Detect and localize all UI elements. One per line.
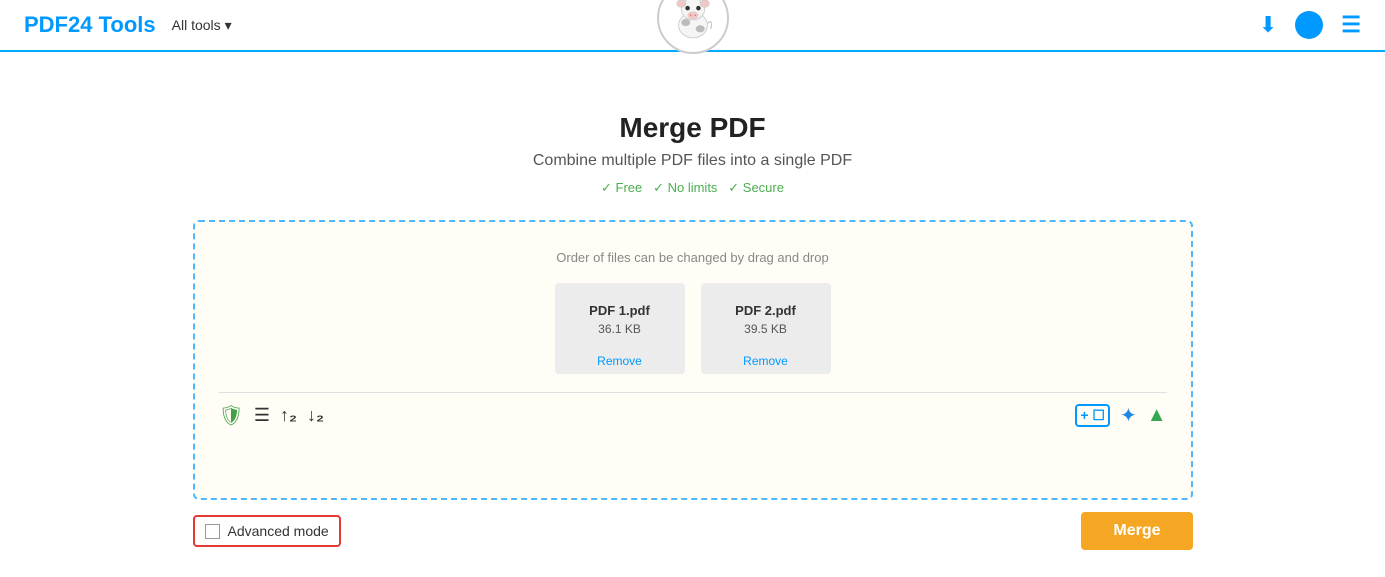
file-size: 39.5 KB [713, 322, 819, 336]
file-size: 36.1 KB [567, 322, 673, 336]
all-tools-menu[interactable]: All tools ▾ [172, 17, 232, 34]
files-list: PDF 1.pdf 36.1 KB Remove PDF 2.pdf 39.5 … [219, 283, 1167, 374]
advanced-mode-checkbox[interactable] [205, 524, 220, 539]
advanced-mode-text: Advanced mode [228, 523, 329, 539]
mascot-svg [666, 0, 720, 45]
file-card-body: PDF 1.pdf 36.1 KB [555, 283, 685, 348]
dropzone-hint: Order of files can be changed by drag an… [219, 250, 1167, 265]
user-avatar[interactable] [1295, 11, 1323, 39]
shield-icon[interactable]: 🛡 [219, 403, 244, 428]
feature-secure: ✓ Secure [728, 180, 784, 195]
site-logo[interactable]: PDF24 Tools [24, 12, 156, 38]
page-subtitle: Combine multiple PDF files into a single… [533, 152, 852, 170]
mascot-logo [657, 0, 729, 54]
header: PDF24 Tools All tools ▾ [0, 0, 1385, 52]
header-right-icons: ⬇ ☰ [1259, 11, 1361, 39]
page-features: ✓ Free ✓ No limits ✓ Secure [601, 180, 784, 196]
list-icon[interactable]: ☰ [254, 405, 270, 426]
merge-button[interactable]: Merge [1081, 512, 1192, 550]
all-tools-label: All tools [172, 17, 221, 33]
feature-free: ✓ Free [601, 180, 642, 195]
hamburger-menu-icon[interactable]: ☰ [1341, 12, 1361, 38]
toolbar-right: + ☐ ✦ ▲ [1075, 403, 1166, 428]
sort-desc-icon[interactable]: ↓₂ [307, 405, 324, 426]
bottom-bar: Advanced mode Merge [193, 502, 1193, 560]
file-name: PDF 2.pdf [713, 303, 819, 318]
dropbox-icon[interactable]: ✦ [1120, 403, 1137, 428]
feature-no-limits: ✓ No limits [653, 180, 717, 195]
google-drive-icon[interactable]: ▲ [1147, 404, 1167, 427]
chevron-down-icon: ▾ [225, 17, 232, 34]
add-file-icon[interactable]: + ☐ [1075, 404, 1110, 427]
sort-asc-icon[interactable]: ↑₂ [280, 405, 297, 426]
page-title: Merge PDF [619, 112, 765, 144]
remove-file-button[interactable]: Remove [555, 348, 685, 374]
advanced-mode-label[interactable]: Advanced mode [193, 515, 341, 547]
file-card-body: PDF 2.pdf 39.5 KB [701, 283, 831, 348]
toolbar-left: 🛡 ☰ ↑₂ ↓₂ [219, 403, 325, 428]
download-icon[interactable]: ⬇ [1259, 12, 1277, 38]
dropzone[interactable]: Order of files can be changed by drag an… [193, 220, 1193, 500]
remove-file-button[interactable]: Remove [701, 348, 831, 374]
file-name: PDF 1.pdf [567, 303, 673, 318]
main-content: Merge PDF Combine multiple PDF files int… [0, 52, 1385, 560]
dropzone-toolbar: 🛡 ☰ ↑₂ ↓₂ + ☐ ✦ ▲ [219, 392, 1167, 438]
file-card: PDF 2.pdf 39.5 KB Remove [701, 283, 831, 374]
file-card: PDF 1.pdf 36.1 KB Remove [555, 283, 685, 374]
